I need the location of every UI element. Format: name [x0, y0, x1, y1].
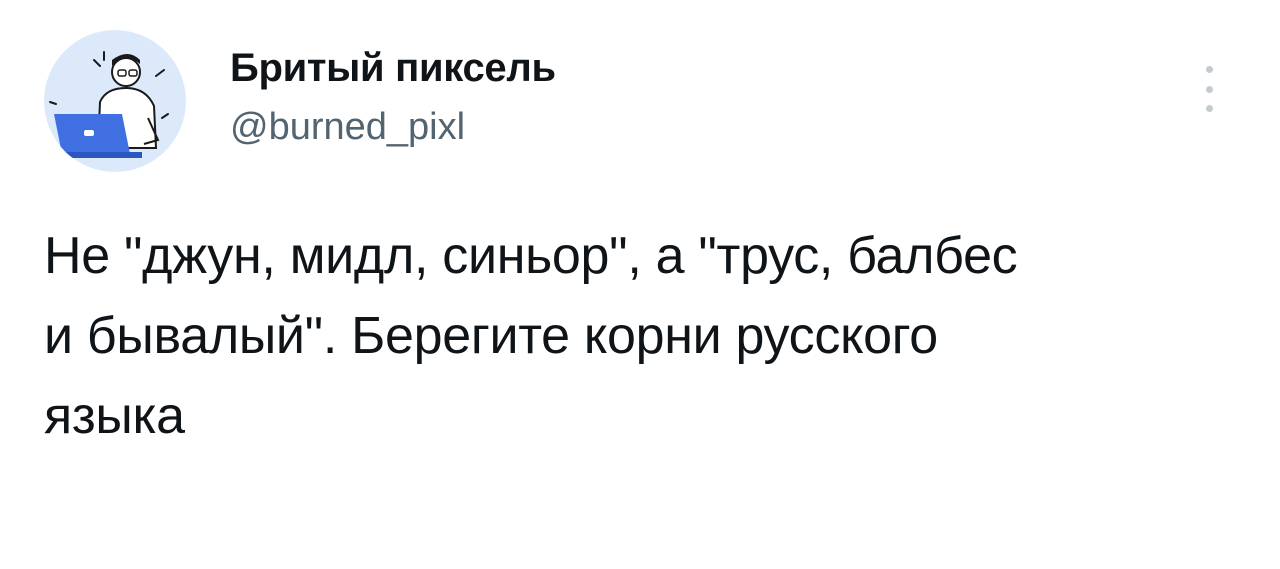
more-dot — [1205, 66, 1213, 73]
avatar-illustration — [44, 30, 186, 172]
tweet-text-line: Не "джун, мидл, синьор", а "трус, балбес — [44, 227, 1018, 285]
author-avatar[interactable] — [44, 30, 186, 172]
tweet-text: Не "джун, мидл, синьор", а "трус, балбес… — [44, 216, 1244, 456]
more-dot — [1205, 105, 1213, 112]
author-name[interactable]: Бритый пиксель — [230, 46, 556, 91]
author-handle[interactable]: @burned_pixl — [230, 106, 465, 149]
more-dot — [1205, 85, 1213, 93]
more-options-icon[interactable] — [1196, 66, 1222, 112]
tweet-card: Бритый пиксель @burned_pixl Не "джун, ми… — [0, 0, 1280, 569]
tweet-text-line: и бывалый". Берегите корни русского — [44, 307, 938, 365]
tweet-text-line: языка — [44, 387, 185, 445]
